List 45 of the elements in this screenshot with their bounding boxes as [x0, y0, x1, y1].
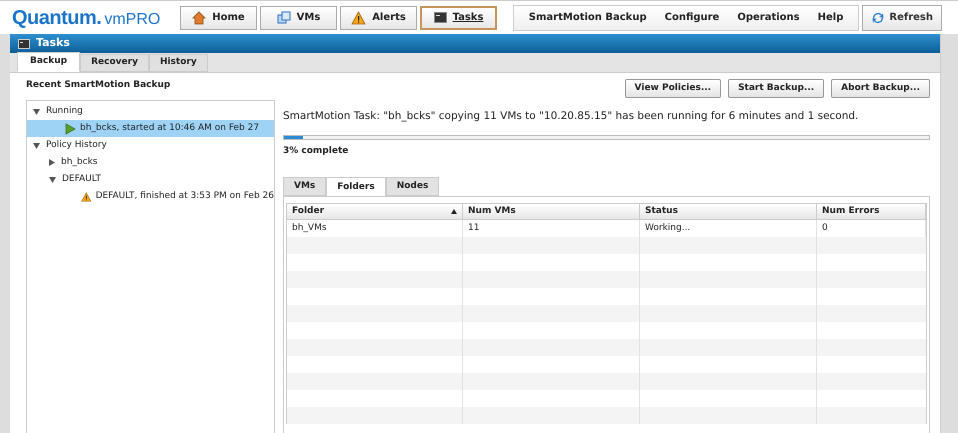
refresh-icon	[871, 10, 886, 24]
action-button[interactable]: View Policies...	[624, 79, 722, 98]
nav-button[interactable]: VMs	[260, 6, 337, 30]
tree-item[interactable]: bh_bcks	[61, 156, 98, 170]
column-header[interactable]: Num VMs	[463, 204, 640, 220]
nav-button[interactable]: Alerts	[340, 6, 417, 30]
tree-item[interactable]: DEFAULT	[62, 172, 101, 186]
nav-button[interactable]: Home	[180, 6, 257, 30]
refresh-button[interactable]: Refresh	[862, 4, 942, 30]
column-header[interactable]: Folder	[287, 204, 463, 220]
expanded-arrow-icon[interactable]	[33, 142, 40, 148]
tab[interactable]: Folders	[326, 177, 386, 198]
column-header[interactable]: Num Errors	[817, 204, 926, 220]
tab[interactable]: Recovery	[80, 54, 149, 72]
tab[interactable]: Nodes	[386, 177, 440, 196]
warning-icon	[81, 190, 92, 204]
menu-item[interactable]: SmartMotion Backup	[520, 10, 656, 25]
tree-item[interactable]: Policy History	[46, 138, 107, 152]
expanded-arrow-icon[interactable]	[33, 108, 40, 114]
windows-icon	[276, 10, 291, 24]
play-icon	[65, 122, 76, 134]
nav-button[interactable]: Tasks	[420, 6, 497, 30]
section-title: Recent SmartMotion Backup	[26, 79, 172, 92]
column-header[interactable]: Status	[640, 204, 817, 220]
menu-item[interactable]: Help	[808, 10, 852, 25]
title-text: Tasks	[36, 35, 70, 52]
action-button[interactable]: Abort Backup...	[831, 79, 930, 98]
house-icon	[192, 10, 206, 24]
collapsed-arrow-icon[interactable]	[49, 159, 55, 166]
tab[interactable]: VMs	[283, 177, 326, 196]
action-button[interactable]: Start Backup...	[728, 79, 824, 98]
menu-item[interactable]: Operations	[728, 10, 809, 25]
tree-item[interactable]: bh_bcks, started at 10:46 AM on Feb 27	[27, 120, 274, 137]
task-message: SmartMotion Task: "bh_bcks" copying 11 VMs to "10.20.85.15" has been running for 6 minutes and 1 second.	[283, 109, 860, 124]
tab[interactable]: Backup	[17, 52, 80, 72]
warning-icon	[351, 10, 366, 24]
expanded-arrow-icon[interactable]	[49, 176, 56, 182]
terminal-icon	[18, 38, 30, 48]
tree-item[interactable]: DEFAULT, finished at 3:53 PM on Feb 26	[27, 188, 274, 205]
tab[interactable]: History	[148, 54, 208, 72]
tree-item[interactable]: Running	[46, 104, 83, 118]
progress-label: 3% complete	[283, 144, 350, 158]
logo: Quantum.vmPRO	[12, 6, 162, 30]
terminal-icon	[434, 12, 447, 23]
menu-item[interactable]: Configure	[656, 10, 728, 25]
